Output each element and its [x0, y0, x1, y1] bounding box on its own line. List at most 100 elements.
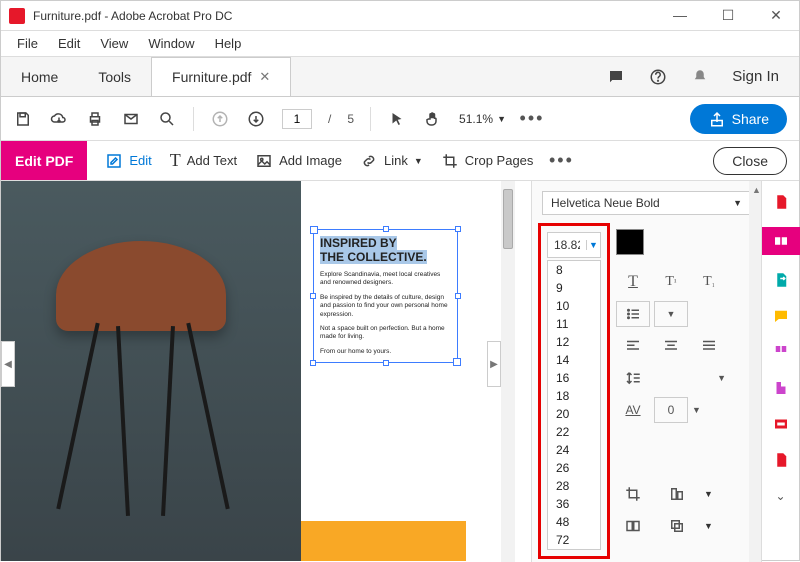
font-size-option[interactable]: 36 [548, 495, 600, 513]
add-text-tool[interactable]: T Add Text [170, 150, 237, 171]
protect-icon[interactable] [768, 449, 794, 471]
font-size-option[interactable]: 11 [548, 315, 600, 333]
align-dropdown[interactable]: ▼ [704, 489, 713, 499]
tab-close-icon[interactable]: ✕ [259, 69, 270, 85]
menu-help[interactable]: Help [207, 33, 250, 54]
vertical-scrollbar[interactable] [501, 181, 515, 562]
doc-title[interactable]: INSPIRED BYTHE COLLECTIVE. [320, 236, 451, 265]
comment-rail-icon[interactable] [768, 305, 794, 327]
doc-paragraph[interactable]: Be inspired by the details of culture, d… [320, 294, 451, 319]
tab-bar: Home Tools Furniture.pdf ✕ Sign In [1, 57, 799, 97]
line-spacing-icon[interactable] [616, 365, 650, 391]
font-size-dropdown-button[interactable]: ▼ [586, 240, 600, 250]
font-size-option[interactable]: 10 [548, 297, 600, 315]
align-left-icon[interactable] [616, 333, 650, 359]
tab-home[interactable]: Home [1, 57, 78, 96]
font-size-option[interactable]: 16 [548, 369, 600, 387]
help-icon[interactable] [648, 67, 668, 87]
panel-scrollbar[interactable]: ▲ [749, 181, 761, 562]
select-tool-icon[interactable] [387, 109, 407, 129]
font-family-select[interactable]: Helvetica Neue Bold ▼ [542, 191, 751, 215]
superscript-icon[interactable]: T¹ [654, 269, 688, 295]
font-size-option[interactable]: 48 [548, 513, 600, 531]
page-separator: / [328, 112, 331, 126]
char-spacing-icon[interactable]: AV [616, 397, 650, 423]
font-size-option[interactable]: 14 [548, 351, 600, 369]
font-size-option[interactable]: 26 [548, 459, 600, 477]
font-size-option[interactable]: 72 [548, 531, 600, 549]
hand-tool-icon[interactable] [423, 109, 443, 129]
font-size-option[interactable]: 18 [548, 387, 600, 405]
align-objects-icon[interactable] [660, 481, 694, 507]
sign-in-link[interactable]: Sign In [732, 68, 779, 85]
crop-pages-tool[interactable]: Crop Pages [441, 152, 534, 170]
edit-tool[interactable]: Edit [105, 152, 151, 170]
more-edit-icon[interactable]: ••• [551, 151, 571, 171]
char-spacing-value[interactable]: 0 [654, 397, 688, 423]
edit-pdf-label: Edit PDF [1, 141, 87, 180]
print-icon[interactable] [85, 109, 105, 129]
link-tool[interactable]: Link ▼ [360, 152, 423, 170]
combine-files-icon[interactable] [768, 377, 794, 399]
redact-icon[interactable] [768, 413, 794, 435]
crop-tool-icon[interactable] [616, 481, 650, 507]
search-icon[interactable] [157, 109, 177, 129]
more-icon[interactable]: ••• [522, 109, 542, 129]
minimize-button[interactable]: — [665, 7, 695, 24]
edit-pdf-rail-icon[interactable] [762, 227, 800, 255]
font-size-field[interactable]: ▼ [547, 232, 601, 258]
list-style-dropdown[interactable]: ▼ [654, 301, 688, 327]
doc-paragraph[interactable]: From our home to yours. [320, 348, 451, 356]
flip-horizontal-icon[interactable] [616, 513, 650, 539]
page-down-icon[interactable] [246, 109, 266, 129]
save-icon[interactable] [13, 109, 33, 129]
font-size-option[interactable]: 12 [548, 333, 600, 351]
organize-pages-icon[interactable] [768, 341, 794, 363]
tab-document[interactable]: Furniture.pdf ✕ [151, 57, 291, 96]
arrange-icon[interactable] [660, 513, 694, 539]
add-image-tool[interactable]: Add Image [255, 152, 342, 170]
zoom-level[interactable]: 51.1%▼ [459, 112, 506, 126]
font-size-option[interactable]: 22 [548, 423, 600, 441]
expand-rail-icon[interactable]: ⌄ [768, 485, 794, 507]
menu-view[interactable]: View [92, 33, 136, 54]
char-spacing-dropdown[interactable]: ▼ [692, 397, 726, 423]
subscript-icon[interactable]: T₁ [692, 269, 726, 295]
prev-page-button[interactable]: ◀ [1, 341, 15, 387]
font-size-input[interactable] [548, 238, 586, 252]
share-button[interactable]: Share [690, 104, 787, 134]
menu-edit[interactable]: Edit [50, 33, 88, 54]
font-size-option[interactable]: 8 [548, 261, 600, 279]
close-editpdf-button[interactable]: Close [713, 147, 787, 175]
font-size-option[interactable]: 24 [548, 441, 600, 459]
line-spacing-dropdown[interactable]: ▼ [692, 365, 726, 391]
font-size-option[interactable]: 20 [548, 405, 600, 423]
page-number-input[interactable] [282, 109, 312, 129]
document-viewport[interactable]: INSPIRED BYTHE COLLECTIVE. Explore Scand… [1, 181, 531, 562]
font-size-option[interactable]: 9 [548, 279, 600, 297]
next-page-button[interactable]: ▶ [487, 341, 501, 387]
align-center-icon[interactable] [654, 333, 688, 359]
tab-tools[interactable]: Tools [78, 57, 151, 96]
font-size-dropdown-list[interactable]: 891011121416182022242628364872 [547, 260, 601, 550]
underline-icon[interactable]: T [616, 269, 650, 295]
mail-icon[interactable] [121, 109, 141, 129]
close-window-button[interactable]: ✕ [761, 7, 791, 24]
bullet-list-icon[interactable] [616, 301, 650, 327]
cloud-icon[interactable] [49, 109, 69, 129]
comment-icon[interactable] [606, 67, 626, 87]
maximize-button[interactable]: ☐ [713, 7, 743, 24]
bell-icon[interactable] [690, 67, 710, 87]
doc-paragraph[interactable]: Not a space built on perfection. But a h… [320, 325, 451, 342]
create-pdf-icon[interactable] [768, 191, 794, 213]
menu-file[interactable]: File [9, 33, 46, 54]
font-color-swatch[interactable] [616, 229, 644, 255]
editable-text-frame[interactable]: INSPIRED BYTHE COLLECTIVE. Explore Scand… [313, 229, 458, 363]
font-size-option[interactable]: 28 [548, 477, 600, 495]
arrange-dropdown[interactable]: ▼ [704, 521, 713, 531]
align-justify-icon[interactable] [692, 333, 726, 359]
export-pdf-icon[interactable] [768, 269, 794, 291]
menu-window[interactable]: Window [140, 33, 202, 54]
doc-paragraph[interactable]: Explore Scandinavia, meet local creative… [320, 271, 451, 288]
page-up-icon[interactable] [210, 109, 230, 129]
